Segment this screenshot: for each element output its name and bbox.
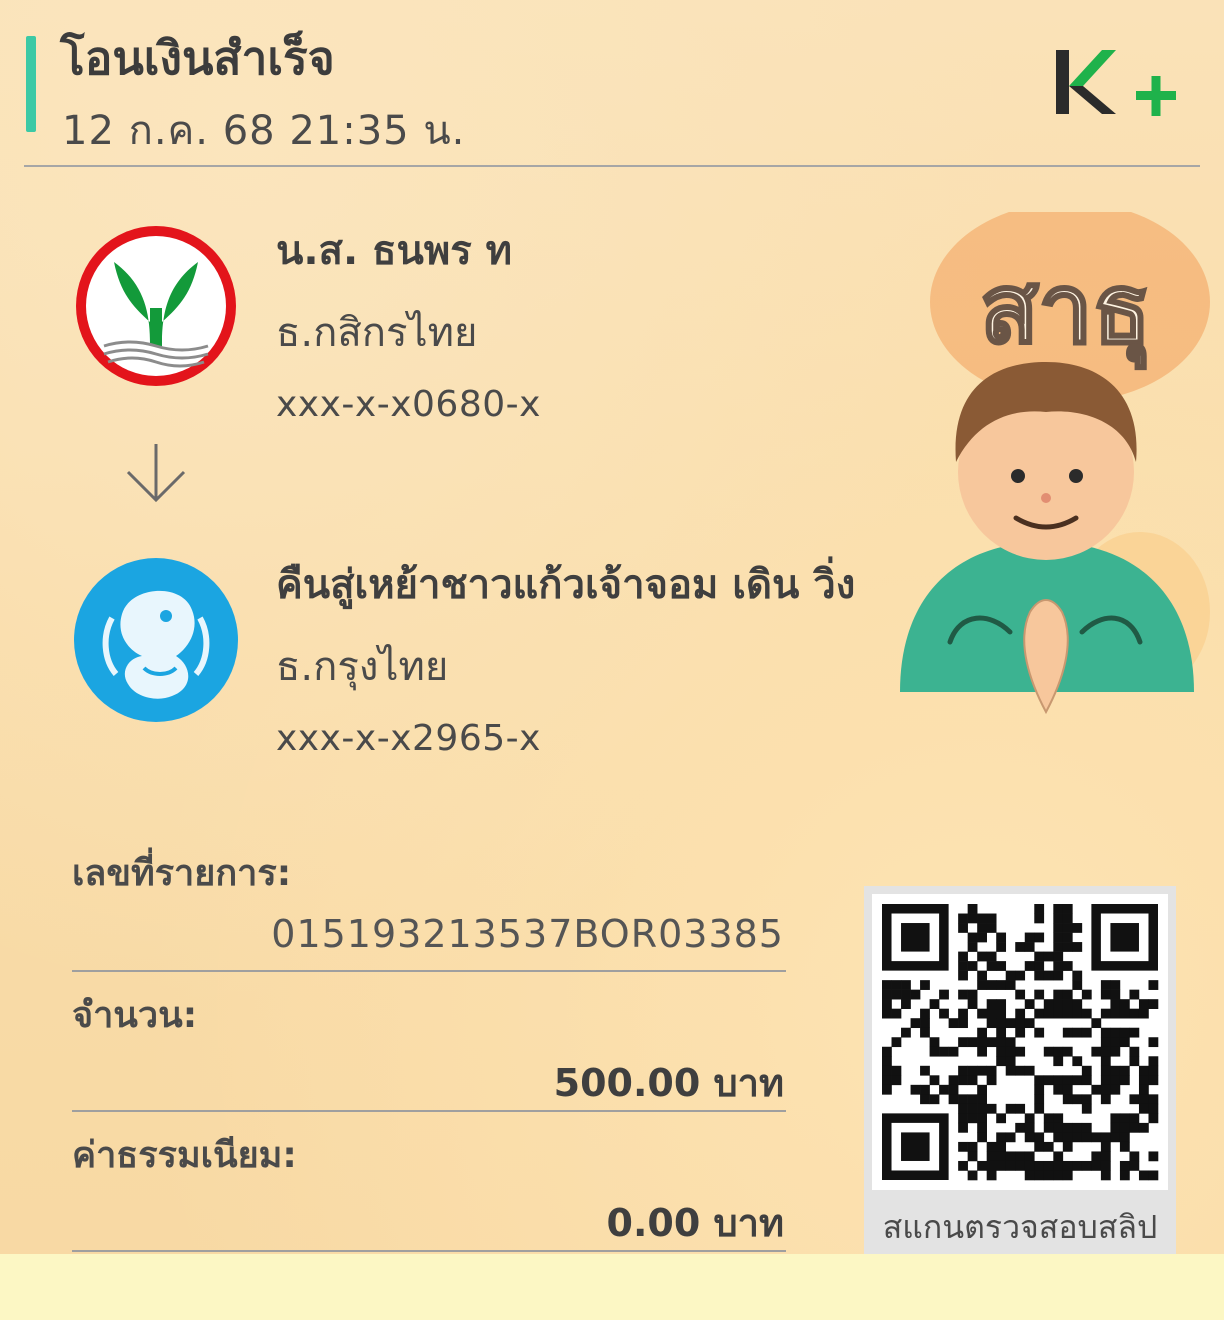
txid-value: 015193213537BOR03385 [271,912,784,956]
sender-info: น.ส. ธนพร ท ธ.กสิกรไทย xxx-x-x0680-x [276,218,541,425]
kplus-logo-icon [1056,50,1176,116]
sender-account: xxx-x-x0680-x [276,384,541,425]
arrow-down-icon [126,444,186,503]
sender-bank: ธ.กสิกรไทย [276,310,478,356]
divider [72,1250,786,1252]
kasikorn-bank-logo-icon [76,226,236,386]
txid-label: เลขที่รายการ: [72,853,292,894]
receiver-name: คืนสู่เหย้าชาวแก้วเจ้าจอม เดิน วิ่ง [276,562,856,608]
fee-label: ค่าธรรมเนียม: [72,1135,297,1176]
footer-band [0,1254,1224,1320]
receiver-info: คืนสู่เหย้าชาวแก้วเจ้าจอม เดิน วิ่ง ธ.กร… [276,552,855,759]
krungthai-bank-logo-icon [74,558,238,722]
transaction-datetime: 12 ก.ค. 68 21:35 น. [62,108,466,154]
receiver-bank: ธ.กรุงไทย [276,644,449,690]
qr-caption: สแกนตรวจสอบสลิป [882,1208,1158,1246]
qr-code[interactable] [872,894,1168,1190]
sender-name: น.ส. ธนพร ท [276,228,512,274]
page-title: โอนเงินสำเร็จ [60,31,335,85]
qr-verify-box[interactable]: สแกนตรวจสอบสลิป [864,886,1176,1254]
amount-label: จำนวน: [72,995,198,1036]
transfer-slip: โอนเงินสำเร็จ 12 ก.ค. 68 21:35 น. น.ส. ธ… [0,0,1224,1254]
amount-value: 500.00 บาท [553,1061,784,1105]
title-accent-bar [26,36,36,132]
fee-value: 0.00 บาท [606,1201,785,1245]
receiver-account: xxx-x-x2965-x [276,718,541,759]
divider [72,1110,786,1112]
praying-boy-sticker-icon: สาธุ [900,212,1210,715]
qr-code-icon [882,904,1159,1181]
divider [72,970,786,972]
sticker-text: สาธุ [980,253,1151,369]
header-divider [24,165,1200,167]
